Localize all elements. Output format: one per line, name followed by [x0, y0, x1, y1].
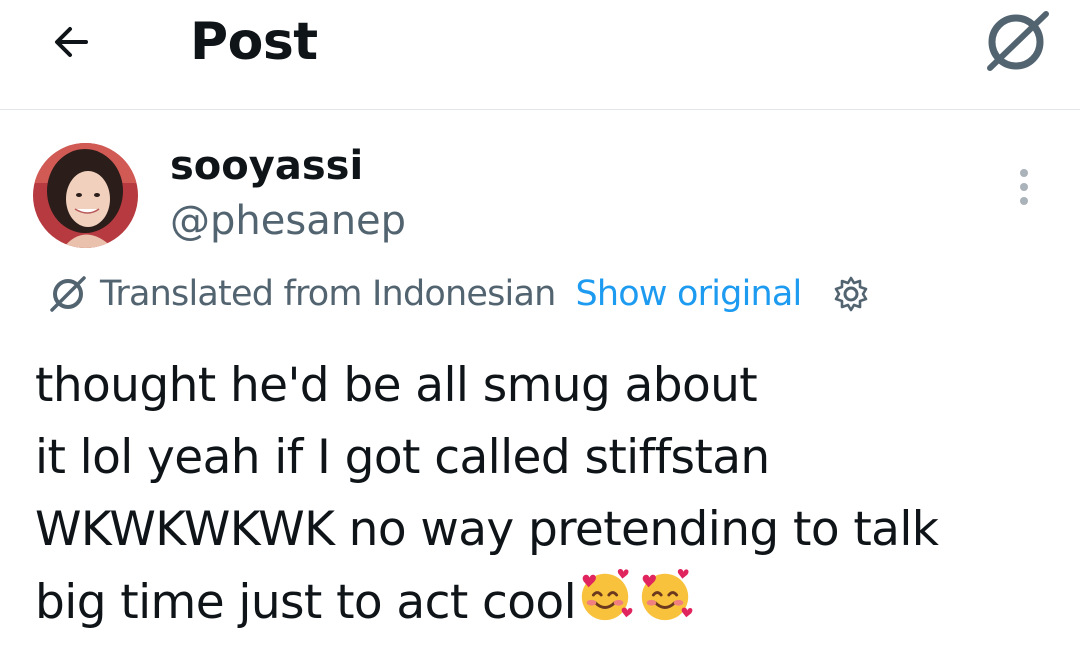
smiling-face-with-hearts-emoji — [581, 569, 633, 621]
translated-from-label: Translated from Indonesian — [100, 274, 556, 314]
post-text-line-with-emoji: big time just to act cool — [35, 566, 1065, 638]
show-original-link[interactable]: Show original — [575, 274, 802, 314]
arrow-left-icon — [55, 27, 88, 57]
page-title: Post — [190, 12, 318, 72]
author-handle[interactable]: @phesanep — [170, 192, 406, 250]
post-text-line: thought he'd be all smug about — [35, 358, 758, 413]
gear-icon[interactable] — [831, 274, 871, 314]
author-display-name[interactable]: sooyassi — [170, 138, 363, 194]
back-button[interactable] — [46, 14, 102, 70]
translation-bar: Translated from Indonesian Show original — [46, 265, 871, 323]
post-text-line: it lol yeah if I got called stiffstan — [35, 430, 770, 485]
more-vertical-icon — [1020, 169, 1028, 205]
avatar[interactable] — [33, 143, 138, 248]
post-body: thought he'd be all smug about it lol ye… — [35, 350, 1065, 638]
translate-button[interactable] — [982, 8, 1052, 72]
post-text-line: big time just to act cool — [35, 575, 577, 630]
emoji-group — [576, 566, 696, 645]
more-options-button[interactable] — [1004, 165, 1044, 209]
post-text-line: WKWKWKWK no way pretending to talk — [35, 502, 939, 557]
translate-globe-icon — [50, 276, 86, 312]
translate-globe-icon — [987, 11, 1049, 71]
avatar-photo — [33, 143, 138, 248]
top-app-bar: Post — [0, 0, 1080, 110]
smiling-face-with-hearts-emoji — [641, 569, 693, 621]
